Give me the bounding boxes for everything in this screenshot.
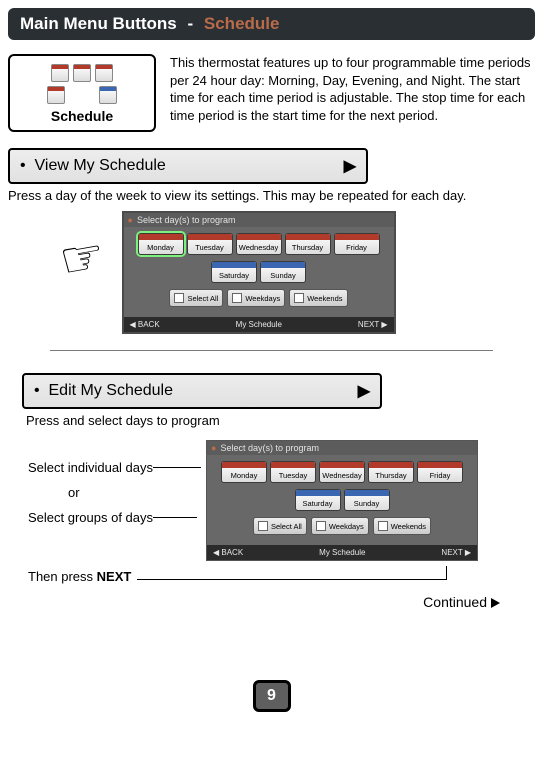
title-main: Main Menu Buttons (20, 14, 177, 33)
thermo-back[interactable]: ◀ BACK (130, 320, 160, 329)
title-crumb: Schedule (204, 14, 280, 33)
menu-view-schedule[interactable]: • View My Schedule ▶ (8, 148, 368, 184)
checkbox-icon (316, 521, 326, 531)
day-button-friday[interactable]: Friday (334, 233, 380, 255)
day-button-monday[interactable]: Monday (138, 233, 184, 255)
group-weekends[interactable]: Weekends (373, 517, 431, 535)
pointing-hand-icon: ☞ (55, 226, 109, 291)
thermostat-screen-edit: ● Select day(s) to program Monday Tuesda… (206, 440, 478, 561)
thermo-back[interactable]: ◀ BACK (213, 548, 243, 557)
checkbox-icon (174, 293, 184, 303)
schedule-tile-label: Schedule (16, 108, 148, 124)
day-button-sunday[interactable]: Sunday (344, 489, 390, 511)
group-weekdays[interactable]: Weekdays (227, 289, 285, 307)
title-sep: - (188, 14, 198, 33)
thermo-top-label: Select day(s) to program (137, 215, 236, 225)
thermo-footer-title: My Schedule (319, 548, 365, 557)
day-button-thursday[interactable]: Thursday (368, 461, 414, 483)
calendar-icon (47, 86, 65, 104)
day-button-sunday[interactable]: Sunday (260, 261, 306, 283)
callout-individual-days: Select individual days (28, 460, 201, 475)
checkbox-icon (258, 521, 268, 531)
thermostat-screen: ● Select day(s) to program Monday Tuesda… (122, 211, 396, 334)
group-select-all[interactable]: Select All (169, 289, 223, 307)
day-button-monday[interactable]: Monday (221, 461, 267, 483)
page-number: 9 (253, 680, 291, 712)
day-button-friday[interactable]: Friday (417, 461, 463, 483)
day-button-wednesday[interactable]: Wednesday (236, 233, 282, 255)
thermostat-figure-view: ☞ ● Select day(s) to program Monday Tues… (122, 211, 422, 334)
group-weekdays[interactable]: Weekdays (311, 517, 369, 535)
day-button-tuesday[interactable]: Tuesday (187, 233, 233, 255)
group-select-all[interactable]: Select All (253, 517, 307, 535)
section-divider (50, 350, 493, 351)
thermo-top-label: Select day(s) to program (220, 443, 319, 453)
menu-arrow-icon: ▶ (344, 156, 356, 176)
view-instruction: Press a day of the week to view its sett… (8, 188, 535, 203)
calendar-icon (73, 64, 91, 82)
continued-arrow-icon (491, 598, 500, 608)
group-weekends[interactable]: Weekends (289, 289, 347, 307)
continued-label: Continued (8, 594, 500, 610)
thermo-next[interactable]: NEXT ▶ (441, 548, 471, 557)
day-button-saturday[interactable]: Saturday (211, 261, 257, 283)
checkbox-icon (378, 521, 388, 531)
dot-icon: ● (128, 215, 133, 225)
menu-arrow-icon: ▶ (358, 381, 370, 401)
thermo-footer-title: My Schedule (236, 320, 282, 329)
then-press-next: Then press NEXT (8, 569, 535, 584)
menu-edit-schedule[interactable]: • Edit My Schedule ▶ (22, 373, 382, 409)
day-button-wednesday[interactable]: Wednesday (319, 461, 365, 483)
thermo-top-bar: ● Select day(s) to program (124, 213, 394, 227)
dot-icon: ● (211, 443, 216, 453)
callout-or: or (68, 485, 201, 500)
calendar-icon (95, 64, 113, 82)
day-button-thursday[interactable]: Thursday (285, 233, 331, 255)
title-bar: Main Menu Buttons - Schedule (8, 8, 535, 40)
calendar-icon (99, 86, 117, 104)
thermo-top-bar: ● Select day(s) to program (207, 441, 477, 455)
checkbox-icon (294, 293, 304, 303)
menu-edit-label: • Edit My Schedule (34, 382, 173, 400)
calendar-icon (51, 64, 69, 82)
schedule-tile: Schedule (8, 54, 156, 132)
day-button-saturday[interactable]: Saturday (295, 489, 341, 511)
checkbox-icon (232, 293, 242, 303)
calendar-icons (42, 64, 122, 104)
edit-instruction: Press and select days to program (26, 413, 535, 428)
day-button-tuesday[interactable]: Tuesday (270, 461, 316, 483)
menu-view-label: • View My Schedule (20, 157, 166, 175)
callout-group-days: Select groups of days (28, 510, 201, 525)
intro-text: This thermostat features up to four prog… (170, 54, 535, 124)
thermo-next[interactable]: NEXT ▶ (358, 320, 388, 329)
intro-row: Schedule This thermostat features up to … (8, 54, 535, 132)
